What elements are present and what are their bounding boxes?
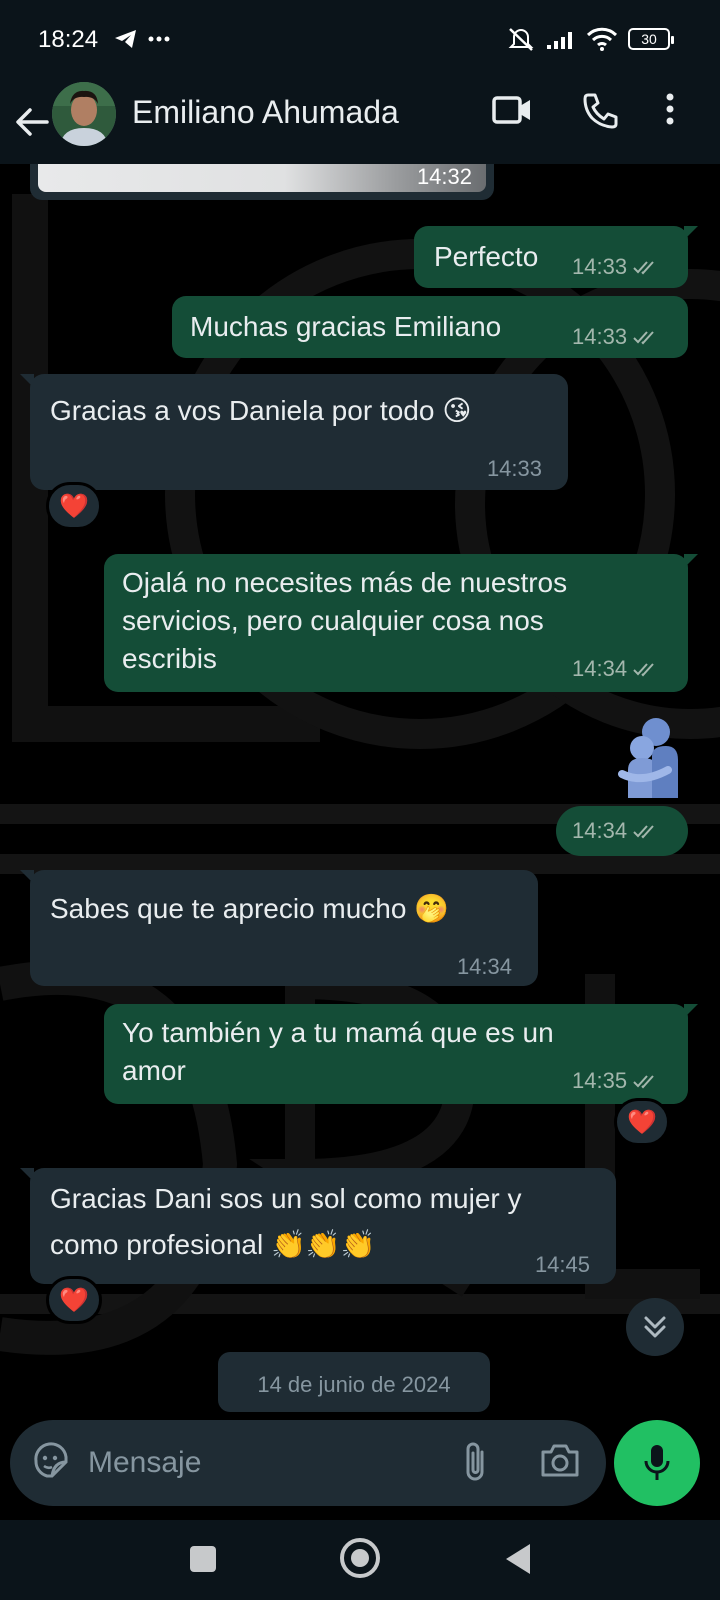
message-time: 14:34 [572,656,628,681]
message-line: Gracias Dani sos un sol como mujer y [50,1183,522,1214]
more-options-button[interactable] [664,92,676,131]
message-line: como profesional 👏👏👏 [50,1229,376,1260]
message-line: Ojalá no necesites más de nuestros [122,567,568,598]
message-outgoing[interactable]: Yo también y a tu mamá que es un amor 14… [104,1004,698,1104]
read-ticks-icon [633,261,654,275]
message-time: 14:32 [416,164,472,189]
reaction-heart[interactable]: ❤️ [614,1098,670,1146]
sticker-icon [34,1442,68,1478]
avatar-photo [52,82,116,146]
avatar[interactable] [52,82,116,146]
heart-emoji: ❤️ [59,1286,89,1314]
message-line: Yo también y a tu mamá que es un [122,1017,554,1048]
message-line: escribis [122,643,217,674]
chat-area[interactable]: 14:32 Perfecto 14:33 Muchas gracias Emil… [0,164,720,1420]
camera-icon [541,1444,579,1477]
read-ticks-icon [633,825,654,839]
message-time: 14:33 [572,254,628,279]
composer-bar [0,1420,720,1520]
read-ticks-icon [633,1075,654,1089]
message-outgoing[interactable]: Muchas gracias Emiliano 14:33 [172,296,688,358]
status-bar: 18:24 30 [0,0,720,80]
double-chevron-down-icon [644,1316,666,1338]
message-input[interactable] [88,1438,438,1488]
message-text: Muchas gracias Emiliano [190,311,502,342]
wifi-icon [586,27,618,51]
mute-icon [508,28,534,51]
message-text: Gracias a vos Daniela por todo [50,395,435,426]
telegram-icon [115,30,136,48]
message-time: 14:45 [534,1252,590,1277]
message-time: 14:34 [572,818,628,843]
message-outgoing[interactable]: Ojalá no necesites más de nuestros servi… [104,554,698,692]
message-time: 14:33 [572,324,628,349]
battery-icon: 30 [628,28,674,50]
message-time: 14:34 [456,954,512,979]
message-text: Sabes que te aprecio mucho [50,893,407,924]
voice-call-button[interactable] [582,92,620,135]
message-line: servicios, pero cualquier cosa nos [122,605,544,636]
date-divider: 14 de junio de 2024 [218,1352,490,1412]
sticker-button[interactable] [32,1442,70,1485]
message-time: 14:35 [572,1068,628,1093]
message-text: Perfecto [434,241,539,272]
voice-call-icon [583,93,618,129]
message-sticker[interactable] [612,714,682,798]
back-arrow-icon [16,108,49,136]
reaction-heart[interactable]: ❤️ [46,482,102,530]
voice-message-button[interactable] [614,1420,700,1506]
message-time: 14:33 [486,456,542,481]
message-incoming[interactable]: Gracias Dani sos un sol como mujer y com… [20,1168,616,1284]
sticker-time-chip: 14:34 [556,806,688,856]
paperclip-icon [466,1442,484,1481]
system-navigation-bar [0,1520,720,1600]
microphone-icon [644,1445,670,1480]
signal-icon [547,32,572,49]
message-line: amor [122,1055,186,1086]
scroll-to-bottom-button[interactable] [626,1298,684,1356]
recents-button[interactable] [190,1546,216,1572]
system-back-button[interactable] [506,1544,530,1574]
more-vertical-icon [666,93,674,125]
message-outgoing[interactable]: Perfecto 14:33 [414,226,698,288]
video-call-icon [492,96,530,124]
back-button[interactable] [12,94,52,150]
message-incoming[interactable]: Gracias a vos Daniela por todo 😘 14:33 [20,374,568,490]
home-button[interactable] [340,1538,380,1578]
hand-over-mouth-emoji: 🤭 [414,892,450,925]
message-composer [10,1420,606,1506]
hug-sticker-icon [618,718,678,798]
heart-emoji: ❤️ [627,1108,657,1136]
attach-button[interactable] [462,1440,490,1489]
camera-button[interactable] [540,1442,580,1483]
battery-level: 30 [641,31,657,47]
contact-name[interactable]: Emiliano Ahumada [132,94,399,131]
read-ticks-icon [633,331,654,345]
reaction-heart[interactable]: ❤️ [46,1276,102,1324]
status-time: 18:24 [38,26,99,53]
message-incoming[interactable]: Sabes que te aprecio mucho 🤭 14:34 [20,870,538,986]
heart-emoji: ❤️ [59,492,89,520]
more-dots-icon [148,36,170,42]
video-call-button[interactable] [492,92,532,133]
message-image[interactable]: 14:32 [30,164,494,200]
kiss-emoji: 😘 [442,394,472,427]
read-ticks-icon [633,663,654,677]
